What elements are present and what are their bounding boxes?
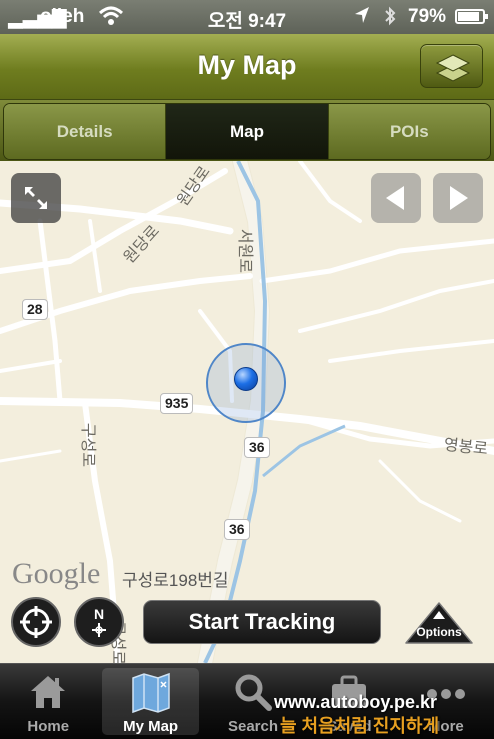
road-label-yeongbong: 영봉로: [442, 436, 489, 459]
previous-button[interactable]: [371, 173, 421, 223]
layers-button[interactable]: [420, 44, 483, 88]
watermark-tagline: 늘 처음처럼 진지하게: [280, 716, 440, 736]
nav-header: My Map: [0, 34, 494, 100]
route-shield-36: 36: [224, 519, 250, 540]
google-logo: Google: [12, 557, 101, 590]
tab-my-map-label: My Map: [123, 718, 179, 735]
tab-home[interactable]: Home: [0, 664, 96, 739]
triangle-right-icon: [450, 186, 468, 210]
start-tracking-button[interactable]: Start Tracking: [143, 600, 381, 644]
compass-north-label: N: [93, 605, 105, 622]
location-arrow-icon: [353, 5, 371, 31]
search-icon: [235, 674, 273, 711]
battery-icon: [455, 9, 488, 24]
layers-icon: [435, 54, 471, 82]
next-button[interactable]: [433, 173, 483, 223]
road-label-guseong: 구성로: [79, 422, 97, 468]
tab-map[interactable]: Map: [166, 104, 329, 159]
watermark-url: www.autoboy.pe.kr: [274, 692, 438, 712]
options-button[interactable]: Options: [404, 601, 474, 645]
map-address-label: 구성로198번길: [122, 571, 229, 590]
tab-home-label: Home: [27, 718, 70, 735]
tab-pois[interactable]: POIs: [328, 104, 490, 159]
crosshair-icon: [20, 606, 52, 638]
current-location-dot: [234, 367, 258, 391]
map-icon: [131, 672, 170, 714]
status-bar: ▂▃▅▇ olleh 오전 9:47 79%: [0, 0, 494, 34]
tab-my-map[interactable]: My Map: [102, 668, 199, 735]
map-view[interactable]: 원당로 원당로 서원로 구성로 영봉로 구성로 28 935 36 36 36 …: [0, 161, 494, 663]
locate-button[interactable]: [11, 597, 61, 647]
road-label-seowon: 서원로: [236, 228, 254, 274]
route-shield-28: 28: [22, 299, 48, 320]
bluetooth-icon: [383, 5, 397, 33]
compass-icon: [92, 622, 106, 637]
compass-button[interactable]: N: [74, 597, 124, 647]
home-icon: [31, 676, 66, 708]
route-shield-36: 36: [244, 437, 270, 458]
expand-icon: [25, 187, 47, 209]
options-label: Options: [416, 625, 462, 639]
expand-button[interactable]: [11, 173, 61, 223]
triangle-left-icon: [386, 186, 404, 210]
route-shield-935: 935: [160, 393, 194, 414]
battery-percent: 79%: [408, 6, 447, 27]
segmented-control: Details Map POIs: [0, 100, 494, 161]
tab-details[interactable]: Details: [4, 104, 167, 159]
